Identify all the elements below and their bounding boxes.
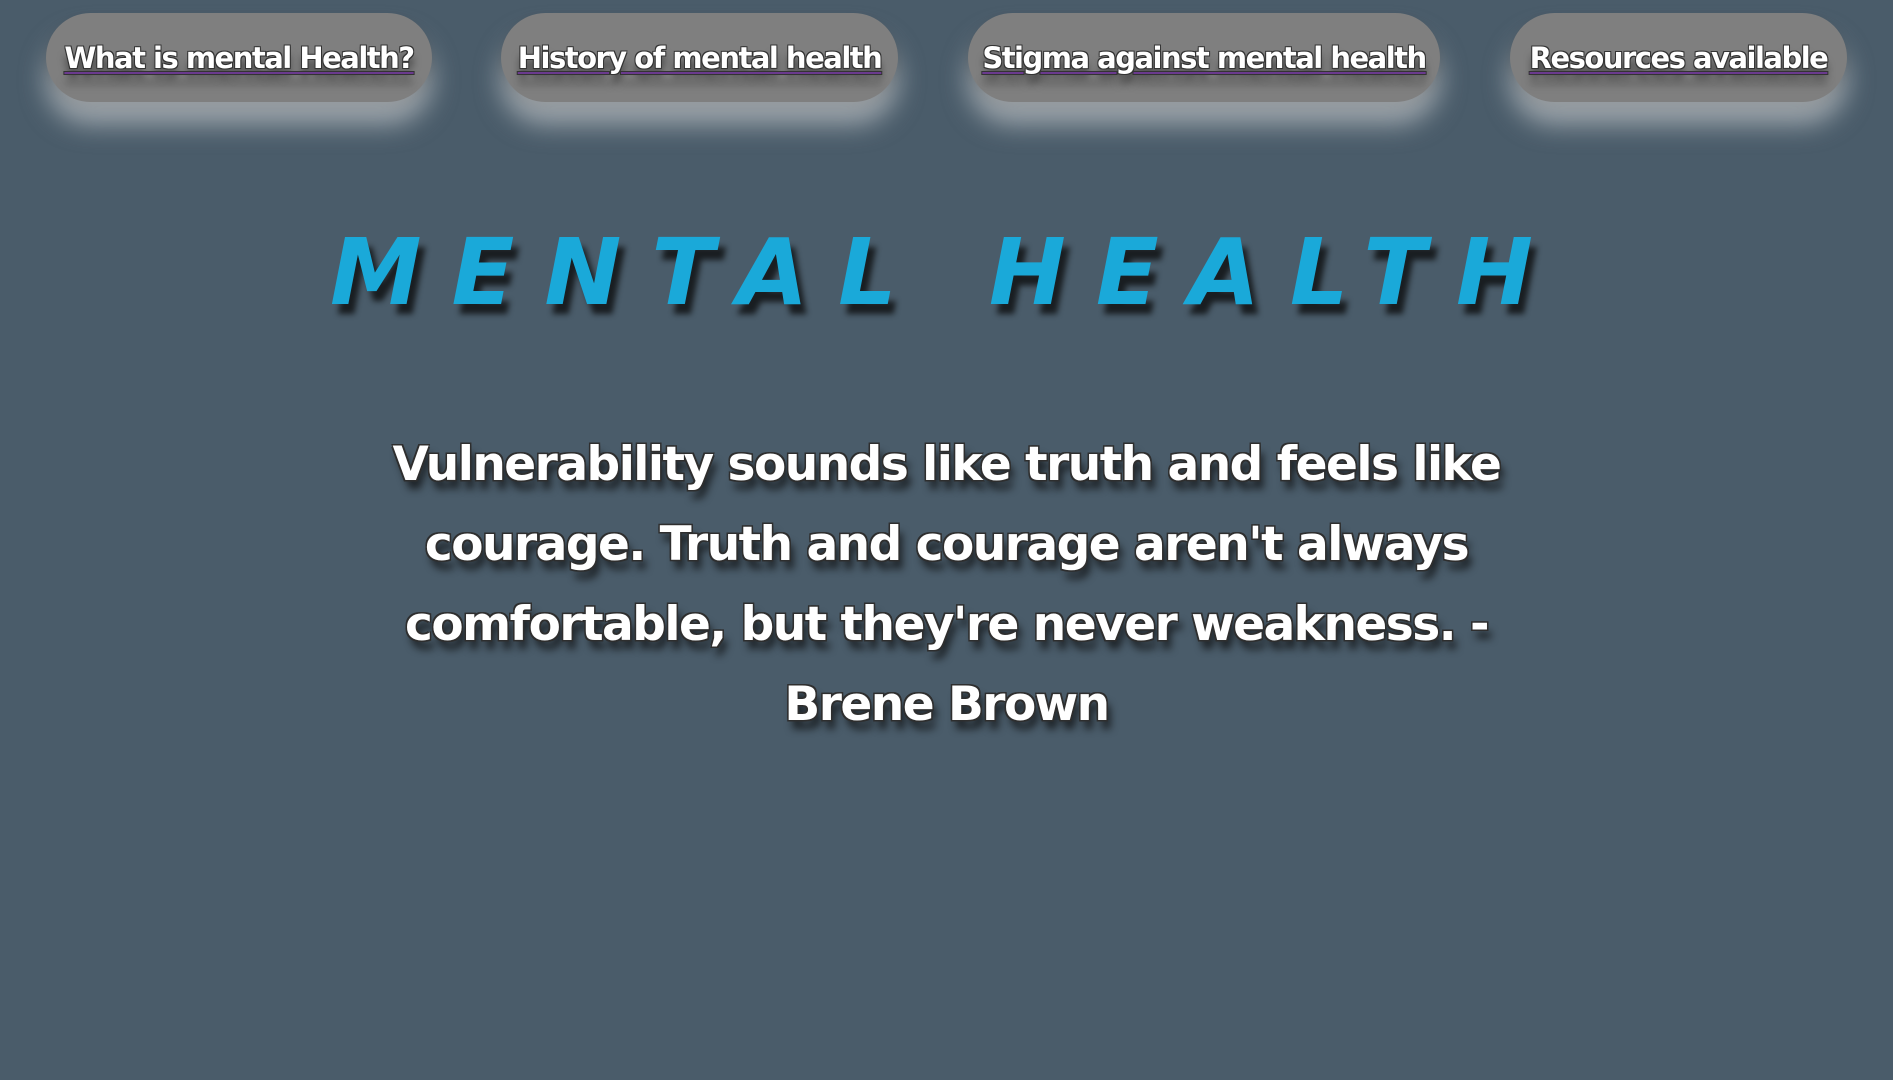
page-title: MENTAL HEALTH: [329, 219, 1564, 326]
nav-link-resources[interactable]: Resources available: [1530, 41, 1829, 75]
nav-button-history[interactable]: History of mental health: [501, 13, 898, 102]
nav-link-stigma[interactable]: Stigma against mental health: [982, 41, 1427, 75]
top-navigation: What is mental Health? History of mental…: [0, 0, 1893, 140]
nav-button-stigma[interactable]: Stigma against mental health: [968, 13, 1440, 102]
quote-text: Vulnerability sounds like truth and feel…: [392, 437, 1502, 732]
nav-link-history[interactable]: History of mental health: [518, 41, 883, 75]
nav-button-what-is-mental-health[interactable]: What is mental Health?: [46, 13, 432, 102]
nav-button-resources[interactable]: Resources available: [1510, 13, 1847, 102]
nav-link-what-is-mental-health[interactable]: What is mental Health?: [64, 41, 415, 75]
